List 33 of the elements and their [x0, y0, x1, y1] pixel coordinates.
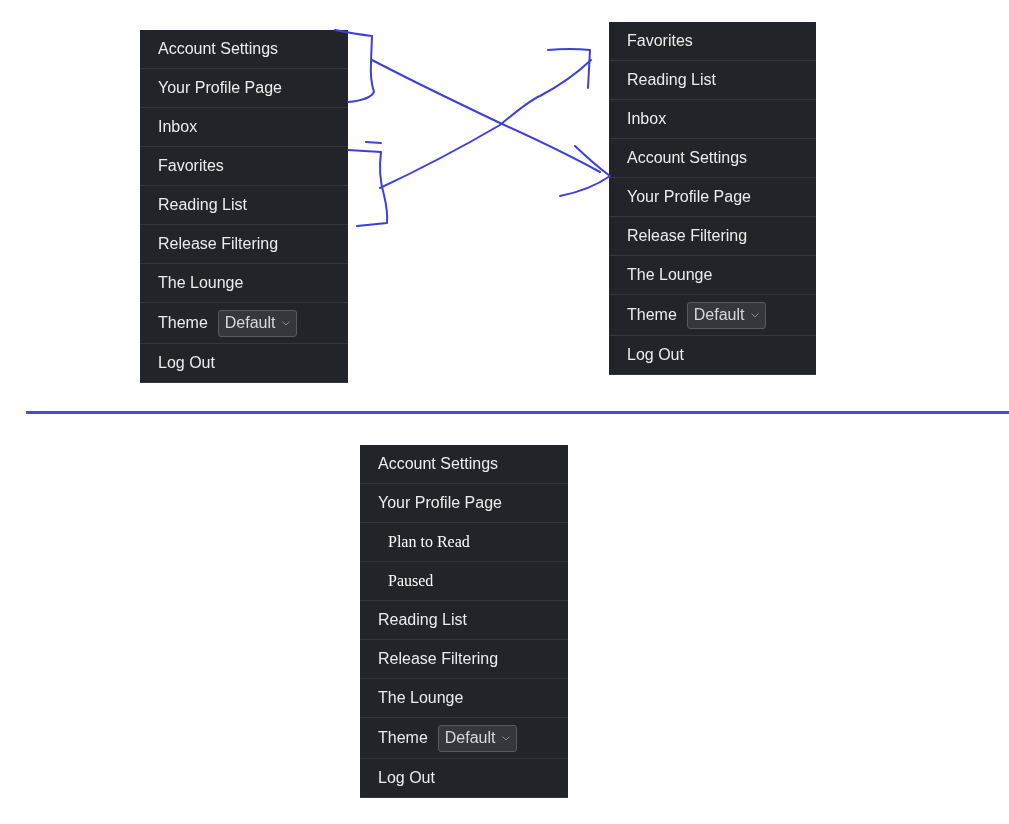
menu-item[interactable]: Your Profile Page [609, 178, 816, 217]
chevron-icon [750, 312, 759, 318]
menu-item[interactable]: Release Filtering [360, 640, 568, 679]
menu-item[interactable]: Release Filtering [609, 217, 816, 256]
menu-item[interactable]: Inbox [609, 100, 816, 139]
menu-item[interactable]: Inbox [140, 108, 348, 147]
theme-label: Theme [378, 729, 428, 747]
menu-item[interactable]: Account Settings [609, 139, 816, 178]
theme-select[interactable]: Default [437, 724, 517, 752]
menu-item[interactable]: Log Out [609, 336, 816, 375]
theme-label: Theme [627, 306, 677, 324]
menu-item[interactable]: Log Out [140, 344, 348, 383]
menu-item[interactable]: The Lounge [360, 679, 568, 718]
menu-item[interactable]: Reading List [140, 186, 348, 225]
menu-item[interactable]: The Lounge [609, 256, 816, 295]
menu-item[interactable]: Account Settings [360, 445, 568, 484]
menu-item[interactable]: Account Settings [140, 30, 348, 69]
theme-label: Theme [158, 314, 208, 332]
menu-item[interactable]: Paused [360, 562, 568, 601]
theme-select[interactable]: Default [217, 309, 297, 337]
menu-item[interactable]: The Lounge [140, 264, 348, 303]
menu-item[interactable]: Release Filtering [140, 225, 348, 264]
menu-item[interactable]: Log Out [360, 759, 568, 798]
theme-select[interactable]: Default [686, 301, 766, 329]
menu-item[interactable]: Favorites [609, 22, 816, 61]
chevron-icon [501, 735, 510, 741]
menu-item[interactable]: Favorites [140, 147, 348, 186]
menu-item[interactable]: Your Profile Page [360, 484, 568, 523]
menu-item[interactable]: Reading List [360, 601, 568, 640]
menu-item[interactable]: Reading List [609, 61, 816, 100]
menu-item[interactable]: Plan to Read [360, 523, 568, 562]
chevron-icon [281, 320, 290, 326]
menu-item[interactable]: Your Profile Page [140, 69, 348, 108]
